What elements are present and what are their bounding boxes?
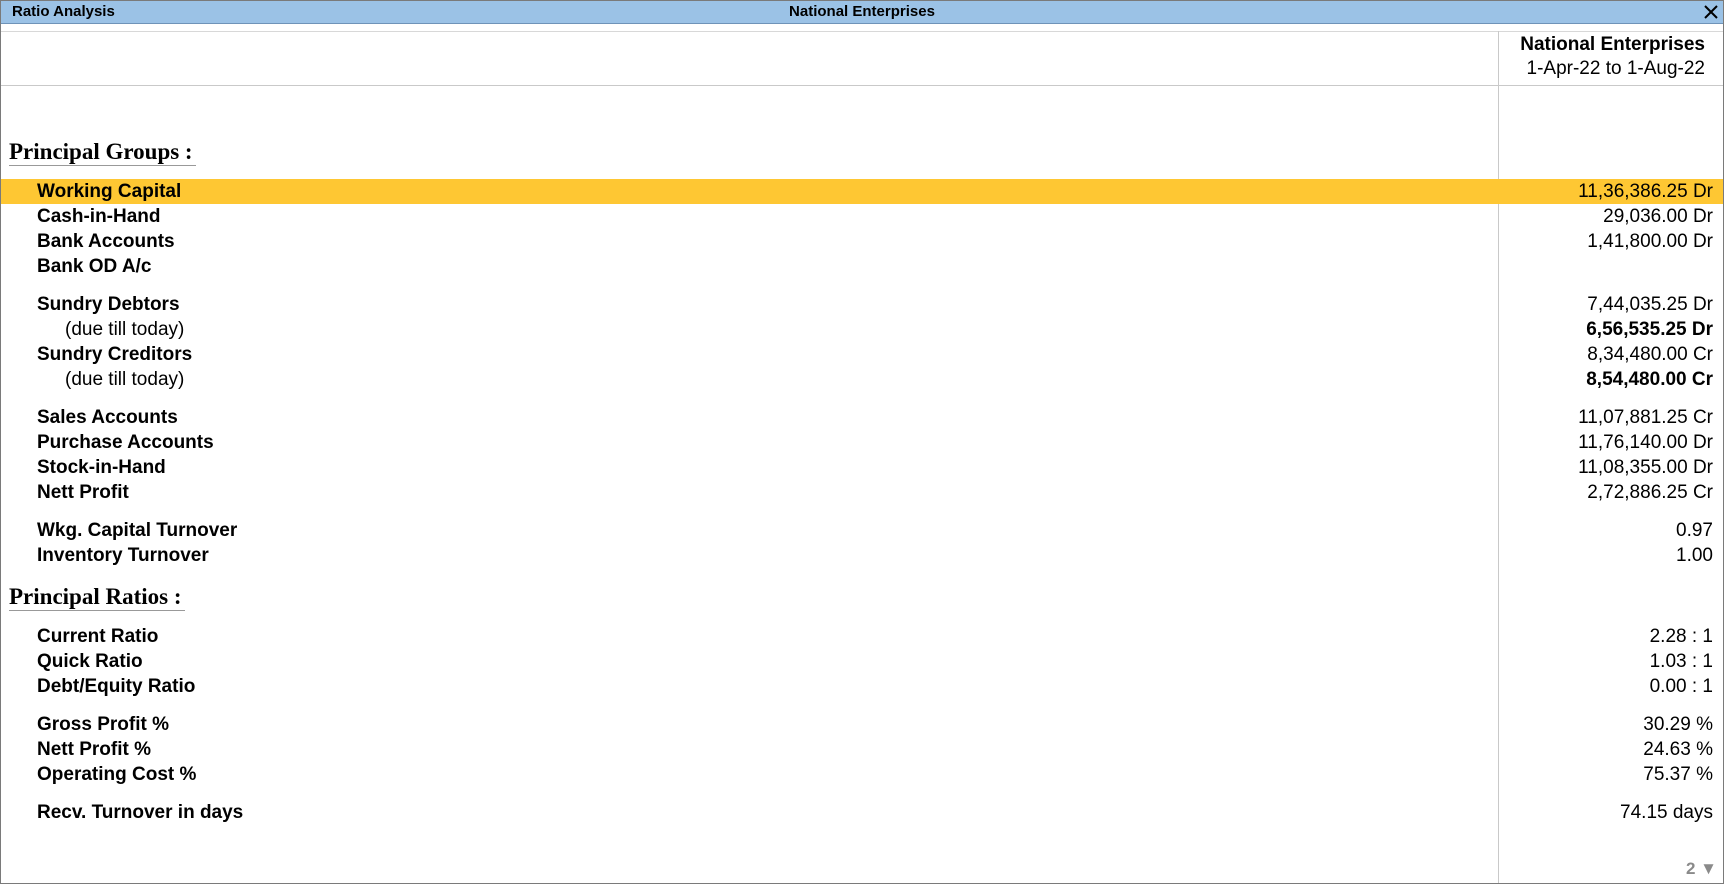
row-value: 6,56,535.25 Dr [1586,319,1713,340]
row-bank-od[interactable]: Bank OD A/c [1,254,1723,279]
row-label: Sales Accounts [37,407,178,428]
ratio-analysis-window: Ratio Analysis National Enterprises Nati… [0,0,1724,884]
title-bar: Ratio Analysis National Enterprises [1,1,1723,24]
row-value: 11,76,140.00 Dr [1578,432,1713,453]
company-title: National Enterprises [789,3,935,20]
row-label: Bank OD A/c [37,256,152,277]
row-nett-profit-pct[interactable]: Nett Profit % 24.63 % [1,737,1723,762]
row-label: Nett Profit % [37,739,151,760]
row-label: Bank Accounts [37,231,175,252]
header-top-divider [1,31,1723,32]
row-working-capital[interactable]: Working Capital 11,36,386.25 Dr [1,179,1723,204]
row-label: Nett Profit [37,482,129,503]
row-creditors-due-today[interactable]: (due till today) 8,54,480.00 Cr [1,367,1723,392]
row-value: 1.00 [1676,545,1713,566]
row-label: Cash-in-Hand [37,206,161,227]
row-wkg-capital-turnover[interactable]: Wkg. Capital Turnover 0.97 [1,518,1723,543]
row-value: 8,54,480.00 Cr [1586,369,1713,390]
row-value: 0.97 [1676,520,1713,541]
row-value: 2,72,886.25 Cr [1587,482,1713,503]
row-label: Debt/Equity Ratio [37,676,196,697]
row-label: Gross Profit % [37,714,169,735]
row-label: Wkg. Capital Turnover [37,520,238,541]
row-stock-in-hand[interactable]: Stock-in-Hand 11,08,355.00 Dr [1,455,1723,480]
row-sales-accounts[interactable]: Sales Accounts 11,07,881.25 Cr [1,405,1723,430]
row-inventory-turnover[interactable]: Inventory Turnover 1.00 [1,543,1723,568]
row-current-ratio[interactable]: Current Ratio 2.28 : 1 [1,624,1723,649]
row-value: 74.15 days [1620,802,1713,823]
row-label: Stock-in-Hand [37,457,166,478]
row-value: 2.28 : 1 [1649,626,1713,647]
principal-groups-heading: Principal Groups : [9,139,196,166]
row-debtors-due-today[interactable]: (due till today) 6,56,535.25 Dr [1,317,1723,342]
row-sundry-creditors[interactable]: Sundry Creditors 8,34,480.00 Cr [1,342,1723,367]
row-label: (due till today) [65,369,185,390]
row-cash-in-hand[interactable]: Cash-in-Hand 29,036.00 Dr [1,204,1723,229]
row-value: 0.00 : 1 [1649,676,1713,697]
header-divider [1,85,1723,86]
row-label: Sundry Debtors [37,294,180,315]
principal-ratios-heading: Principal Ratios : [9,584,185,611]
row-nett-profit[interactable]: Nett Profit 2,72,886.25 Cr [1,480,1723,505]
screen-title: Ratio Analysis [12,3,115,20]
row-value: 1,41,800.00 Dr [1587,231,1713,252]
row-debt-equity-ratio[interactable]: Debt/Equity Ratio 0.00 : 1 [1,674,1723,699]
row-value: 11,07,881.25 Cr [1578,407,1713,428]
row-label: Current Ratio [37,626,159,647]
row-value: 24.63 % [1643,739,1713,760]
column-period: 1-Apr-22 to 1-Aug-22 [1526,58,1706,79]
row-value: 11,08,355.00 Dr [1578,457,1713,478]
row-label: Sundry Creditors [37,344,193,365]
row-value: 29,036.00 Dr [1603,206,1713,227]
close-icon[interactable] [1701,1,1721,23]
row-sundry-debtors[interactable]: Sundry Debtors 7,44,035.25 Dr [1,292,1723,317]
row-value: 1.03 : 1 [1649,651,1713,672]
row-purchase-accounts[interactable]: Purchase Accounts 11,76,140.00 Dr [1,430,1723,455]
row-gross-profit-pct[interactable]: Gross Profit % 30.29 % [1,712,1723,737]
row-label: Purchase Accounts [37,432,214,453]
row-value: 75.37 % [1643,764,1713,785]
row-label: Operating Cost % [37,764,197,785]
row-bank-accounts[interactable]: Bank Accounts 1,41,800.00 Dr [1,229,1723,254]
row-label: (due till today) [65,319,185,340]
row-label: Inventory Turnover [37,545,209,566]
column-company-name: National Enterprises [1520,34,1705,55]
row-recv-turnover-days[interactable]: Recv. Turnover in days 74.15 days [1,800,1723,825]
row-operating-cost-pct[interactable]: Operating Cost % 75.37 % [1,762,1723,787]
row-value: 7,44,035.25 Dr [1587,294,1713,315]
row-label: Recv. Turnover in days [37,802,244,823]
row-value: 30.29 % [1643,714,1713,735]
row-value: 11,36,386.25 Dr [1578,181,1713,202]
row-value: 8,34,480.00 Cr [1587,344,1713,365]
row-label: Working Capital [37,181,182,202]
row-quick-ratio[interactable]: Quick Ratio 1.03 : 1 [1,649,1723,674]
row-label: Quick Ratio [37,651,143,672]
page-indicator[interactable]: 2 ▼ [1686,859,1717,879]
